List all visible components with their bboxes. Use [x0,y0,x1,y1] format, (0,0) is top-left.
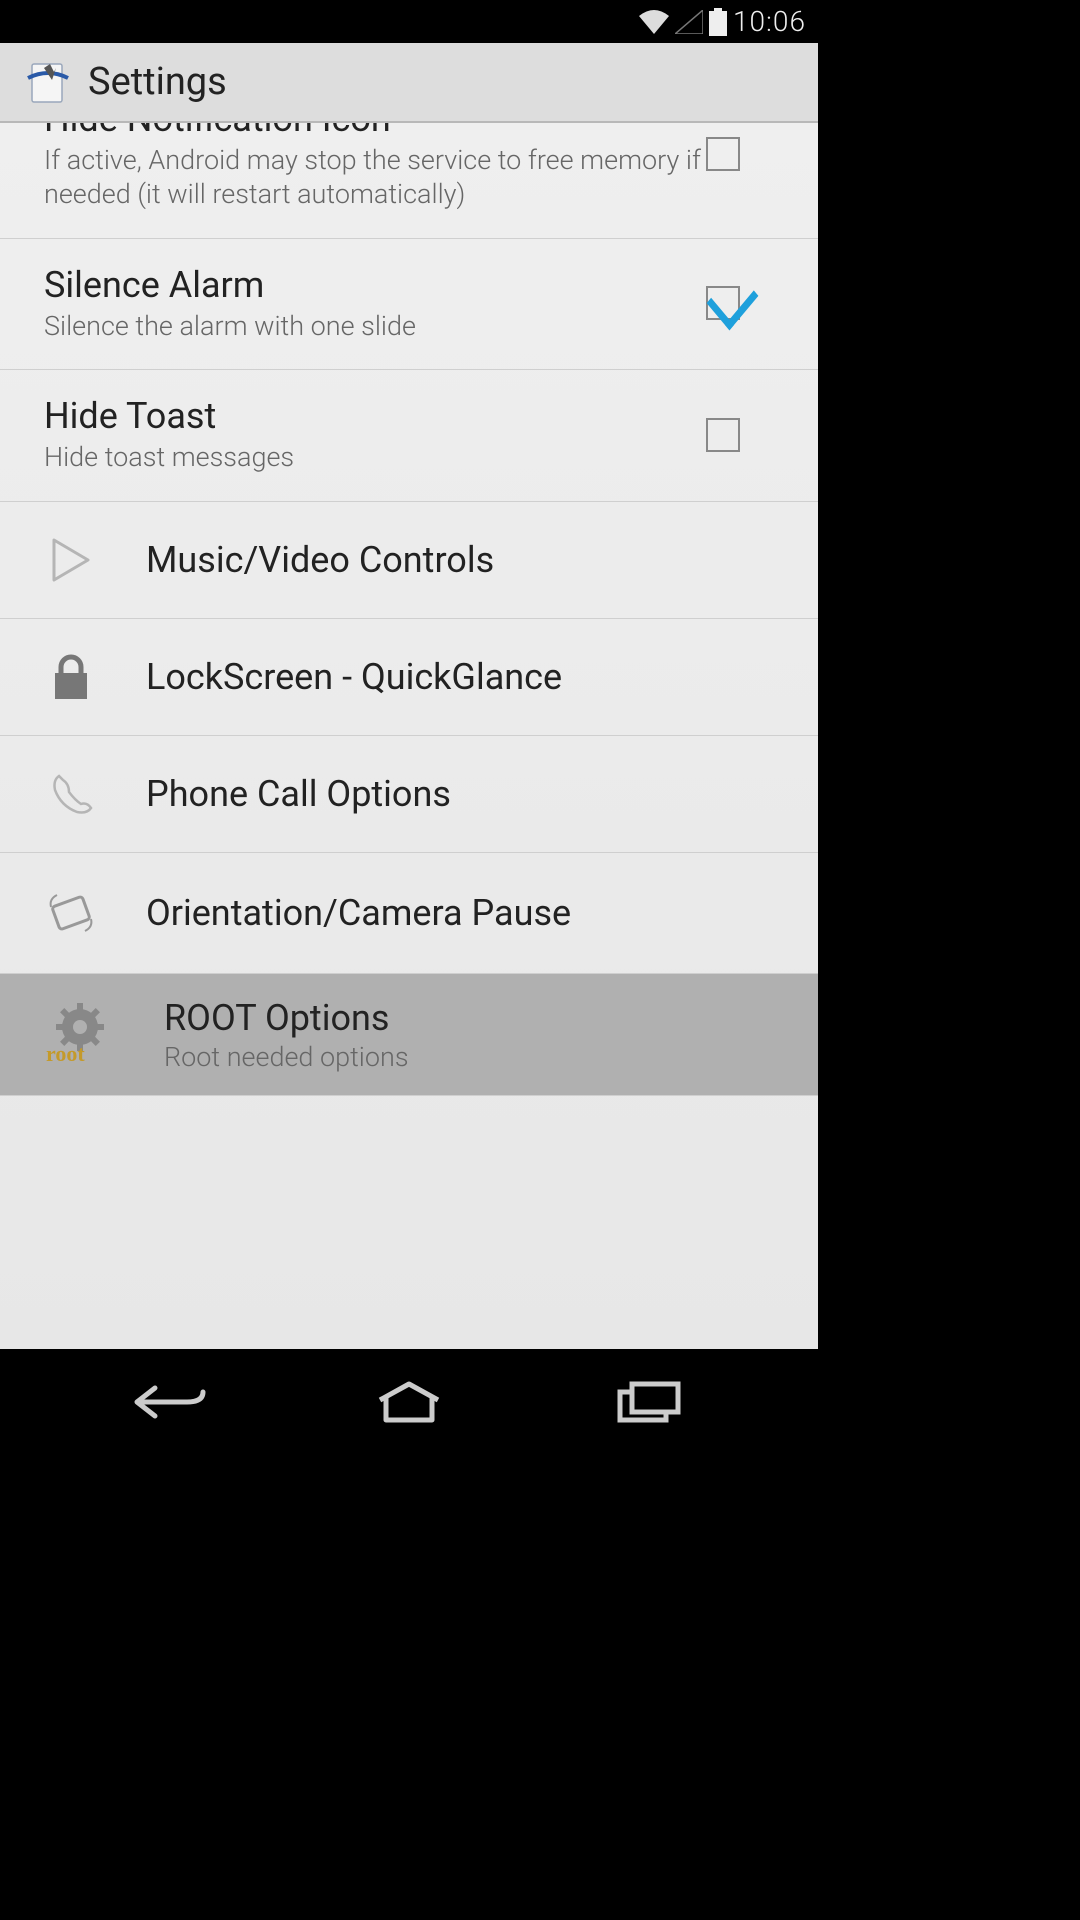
pref-title: Hide Toast [44,394,706,439]
checkbox-checked[interactable] [706,286,740,320]
pref-summary: If active, Android may stop the service … [44,144,706,212]
pref-title: Silence Alarm [44,263,706,308]
cell-signal-icon [675,10,703,34]
header-orientation[interactable]: Orientation/Camera Pause [0,853,818,974]
header-title: Phone Call Options [146,772,790,817]
battery-icon [709,8,727,36]
header-music-video[interactable]: Music/Video Controls [0,502,818,619]
gear-root-icon: root [44,1003,116,1067]
header-title: Music/Video Controls [146,538,790,583]
action-bar-title: Settings [88,60,227,104]
action-bar: Settings [0,43,818,123]
header-title: ROOT Options [164,996,790,1041]
header-root-options[interactable]: root ROOT Options Root needed options [0,974,818,1096]
pref-title: Hide Notification Icon [44,123,706,142]
recent-apps-button[interactable] [529,1380,768,1424]
home-button[interactable] [289,1380,528,1424]
back-button[interactable] [50,1380,289,1424]
pref-summary: Silence the alarm with one slide [44,310,706,344]
header-lockscreen[interactable]: LockScreen - QuickGlance [0,619,818,736]
play-icon [44,536,98,584]
pref-silence-alarm[interactable]: Silence Alarm Silence the alarm with one… [0,239,818,371]
statusbar-time: 10:06 [733,5,806,38]
settings-list[interactable]: Hide Notification Icon If active, Androi… [0,123,818,1349]
header-title: Orientation/Camera Pause [146,891,790,936]
app-icon [24,58,72,106]
phone-icon [44,770,98,818]
svg-text:root: root [46,1041,85,1066]
header-phone-call[interactable]: Phone Call Options [0,736,818,853]
header-summary: Root needed options [164,1041,790,1073]
wifi-icon [639,10,669,34]
checkbox[interactable] [706,137,740,171]
checkbox[interactable] [706,418,740,452]
status-bar: 10:06 [0,0,818,43]
lock-icon [44,653,98,701]
pref-hide-toast[interactable]: Hide Toast Hide toast messages [0,370,818,502]
pref-hide-notification[interactable]: Hide Notification Icon If active, Androi… [0,123,818,239]
pref-summary: Hide toast messages [44,441,706,475]
rotate-icon [44,887,98,939]
navigation-bar [0,1349,818,1454]
header-title: LockScreen - QuickGlance [146,655,790,700]
